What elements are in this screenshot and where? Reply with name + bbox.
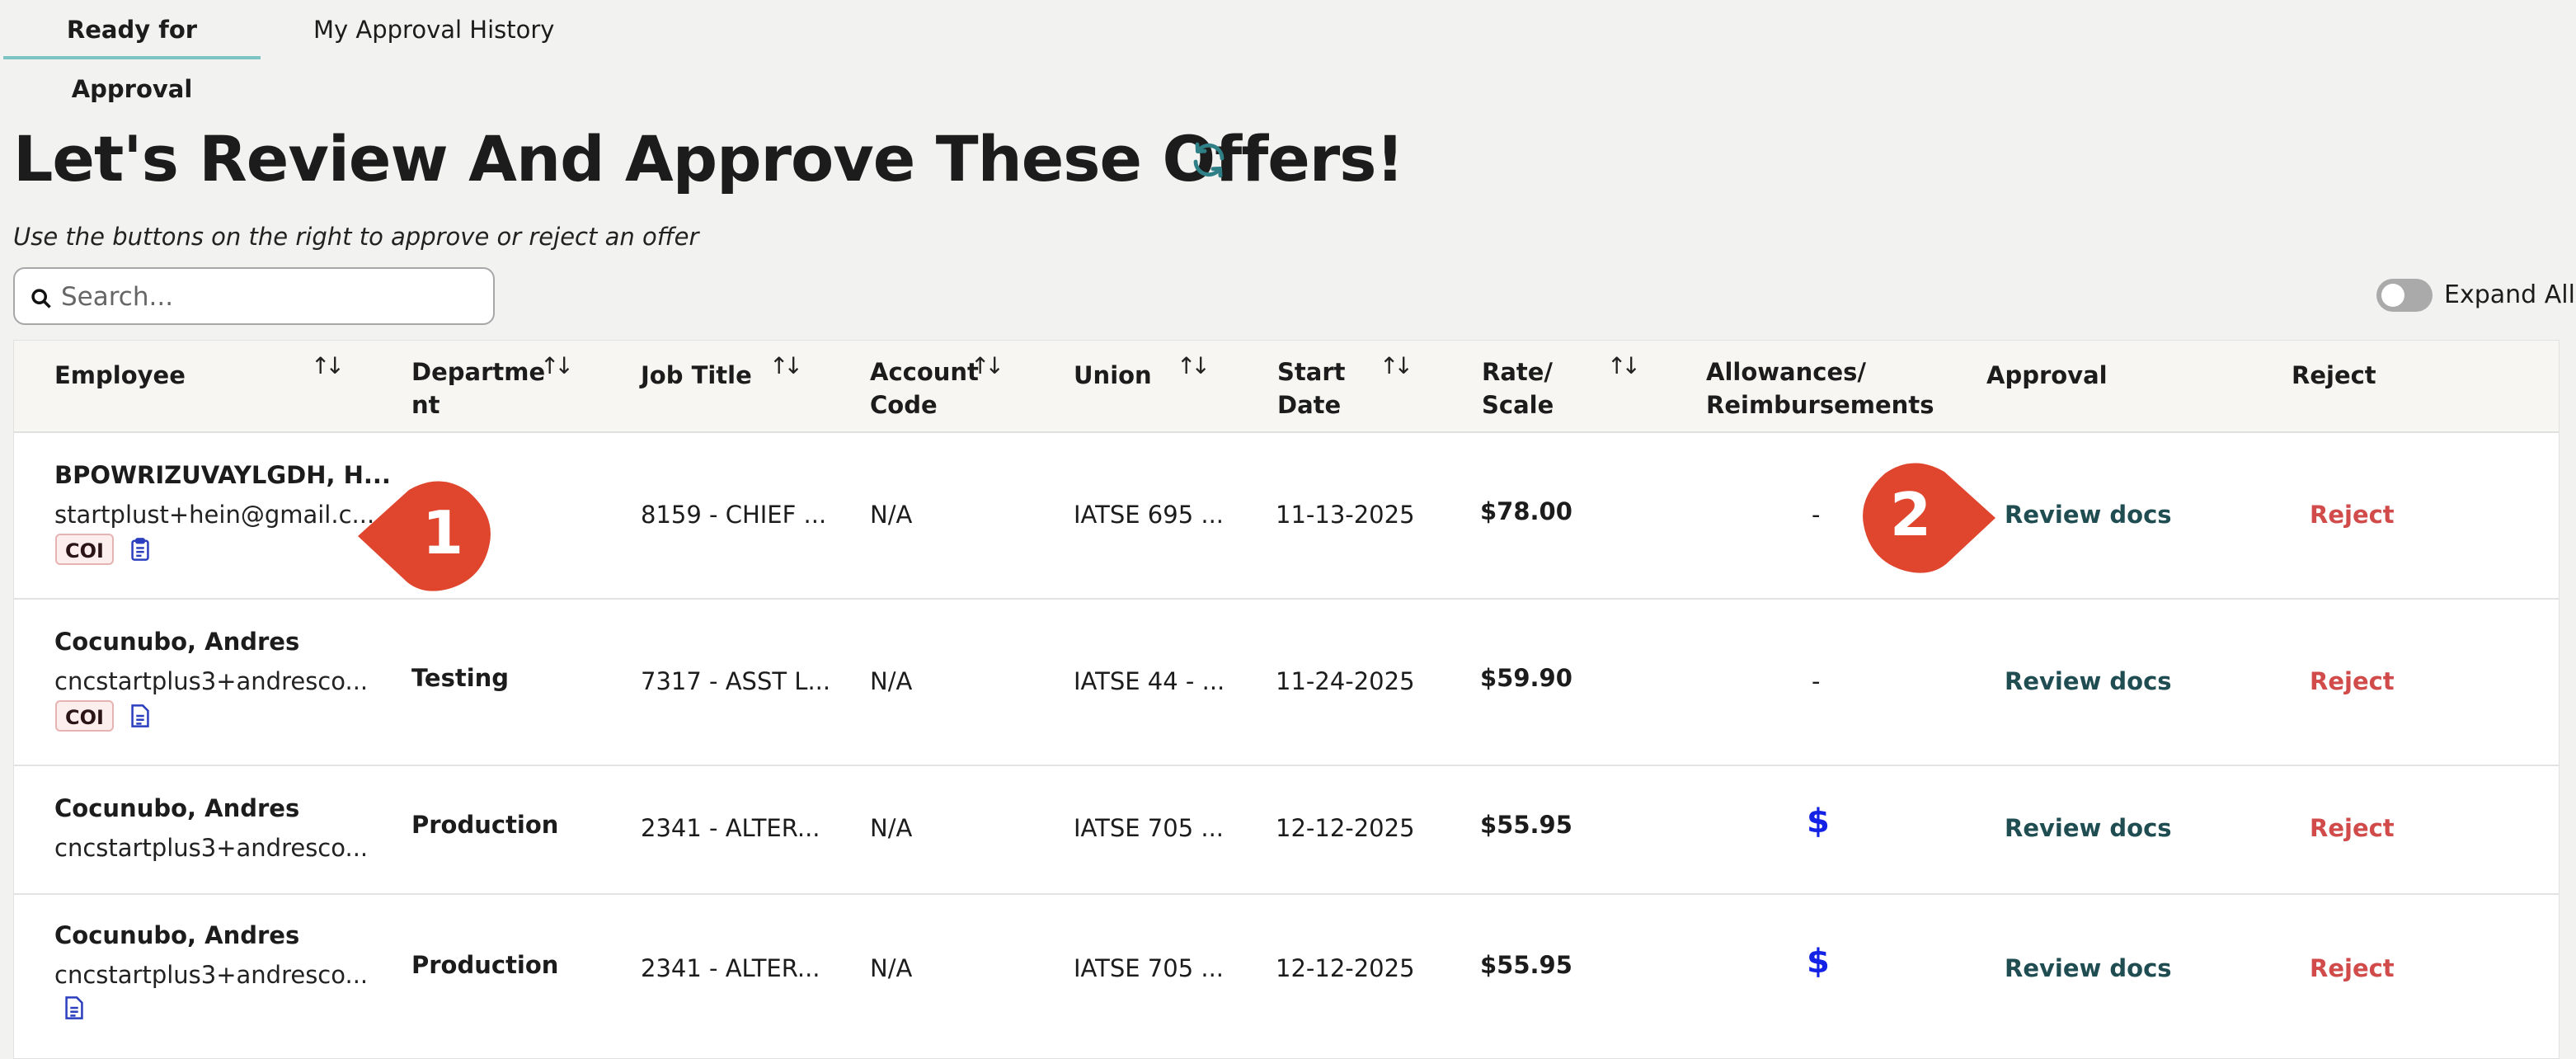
search-box (13, 267, 495, 325)
job-title: 2341 - ALTER... (641, 814, 820, 842)
page-subtitle: Use the buttons on the right to approve … (13, 223, 699, 251)
account-code: N/A (870, 954, 913, 982)
employee-name: Cocunubo, Andres (54, 794, 300, 822)
employee-name: Cocunubo, Andres (54, 628, 300, 656)
account-code: N/A (870, 501, 913, 529)
expand-all-toggle[interactable] (2376, 279, 2433, 312)
table-row: Cocunubo, Andres cncstartplus3+andresco.… (14, 766, 2559, 895)
col-reject: Reject (2292, 361, 2376, 389)
sort-account-code-icon[interactable]: ↑↓ (971, 352, 1004, 379)
rate: $78.00 (1480, 497, 1572, 525)
employee-email: cncstartplus3+andresco... (54, 961, 369, 989)
coi-badge: COI (55, 700, 114, 732)
offers-table: Employee ↑↓ Departme nt ↑↓ Job Title ↑↓ … (13, 340, 2560, 1059)
marker-1-number: 1 (421, 498, 464, 567)
review-docs-button[interactable]: Review docs (2005, 501, 2172, 529)
col-job-title: Job Title (641, 361, 752, 389)
document-icon[interactable] (131, 704, 149, 728)
start-date: 12-12-2025 (1276, 814, 1415, 842)
job-title: 2341 - ALTER... (641, 954, 820, 982)
start-date: 11-24-2025 (1276, 667, 1415, 695)
allowance-dollar-icon[interactable]: $ (1807, 943, 1830, 981)
col-allowances: Allowances/ Reimbursements (1706, 358, 1934, 419)
department: Production (411, 951, 559, 979)
union: IATSE 44 - ... (1074, 667, 1225, 695)
col-union: Union (1074, 361, 1152, 389)
start-date: 11-13-2025 (1276, 501, 1415, 529)
rate: $55.95 (1480, 951, 1572, 979)
account-code: N/A (870, 667, 913, 695)
reject-button[interactable]: Reject (2310, 954, 2395, 982)
expand-all-label: Expand All (2444, 280, 2575, 309)
sort-rate-scale-icon[interactable]: ↑↓ (1607, 352, 1641, 379)
col-approval: Approval (1986, 361, 2108, 389)
tab-my-approval-history[interactable]: My Approval History (313, 0, 554, 56)
review-docs-button[interactable]: Review docs (2005, 667, 2172, 695)
review-docs-button[interactable]: Review docs (2005, 814, 2172, 842)
rate: $59.90 (1480, 664, 1572, 692)
col-account-code: Account Code (870, 358, 979, 419)
sort-department-icon[interactable]: ↑↓ (540, 352, 574, 379)
reject-button[interactable]: Reject (2310, 501, 2395, 529)
employee-name: BPOWRIZUVAYLGDH, H... (54, 461, 391, 489)
employee-name: Cocunubo, Andres (54, 921, 300, 949)
col-start-date: Start Date (1277, 358, 1346, 419)
refresh-icon[interactable] (1189, 140, 1229, 180)
allowances: - (1812, 501, 1821, 529)
reject-button[interactable]: Reject (2310, 814, 2395, 842)
employee-email: startplust+hein@gmail.c... (54, 501, 375, 529)
union: IATSE 705 ... (1074, 954, 1225, 982)
document-icon[interactable] (65, 995, 83, 1020)
col-employee: Employee (54, 361, 186, 389)
coi-badge: COI (55, 534, 114, 565)
tab-bar: Ready for Approval My Approval History (3, 0, 828, 103)
table-row: Cocunubo, Andres cncstartplus3+andresco.… (14, 600, 2559, 766)
sort-union-icon[interactable]: ↑↓ (1177, 352, 1210, 379)
department: Production (411, 811, 559, 839)
union: IATSE 705 ... (1074, 814, 1225, 842)
job-title: 7317 - ASST L... (641, 667, 831, 695)
table-header: Employee ↑↓ Departme nt ↑↓ Job Title ↑↓ … (14, 341, 2559, 433)
col-rate-scale: Rate/ Scale (1482, 358, 1554, 419)
marker-2-number: 2 (1889, 480, 1932, 549)
clipboard-icon[interactable] (131, 537, 149, 562)
tab-ready-for-approval[interactable]: Ready for Approval (3, 0, 261, 103)
sort-job-title-icon[interactable]: ↑↓ (769, 352, 803, 379)
sort-start-date-icon[interactable]: ↑↓ (1380, 352, 1413, 379)
allowance-dollar-icon[interactable]: $ (1807, 802, 1830, 840)
review-docs-button[interactable]: Review docs (2005, 954, 2172, 982)
start-date: 12-12-2025 (1276, 954, 1415, 982)
search-icon (31, 289, 51, 308)
step-marker-1: 1 (358, 480, 495, 592)
employee-email: cncstartplus3+andresco... (54, 667, 369, 695)
department: Testing (411, 664, 510, 692)
employee-email: cncstartplus3+andresco... (54, 834, 369, 862)
account-code: N/A (870, 814, 913, 842)
step-marker-2: 2 (1859, 462, 1995, 574)
allowances: - (1812, 667, 1821, 695)
union: IATSE 695 ... (1074, 501, 1225, 529)
search-input[interactable] (59, 275, 475, 318)
rate: $55.95 (1480, 811, 1572, 839)
job-title: 8159 - CHIEF ... (641, 501, 827, 529)
table-row: Cocunubo, Andres cncstartplus3+andresco.… (14, 895, 2559, 1058)
col-department: Departme nt (411, 358, 546, 419)
sort-employee-icon[interactable]: ↑↓ (311, 352, 345, 379)
reject-button[interactable]: Reject (2310, 667, 2395, 695)
